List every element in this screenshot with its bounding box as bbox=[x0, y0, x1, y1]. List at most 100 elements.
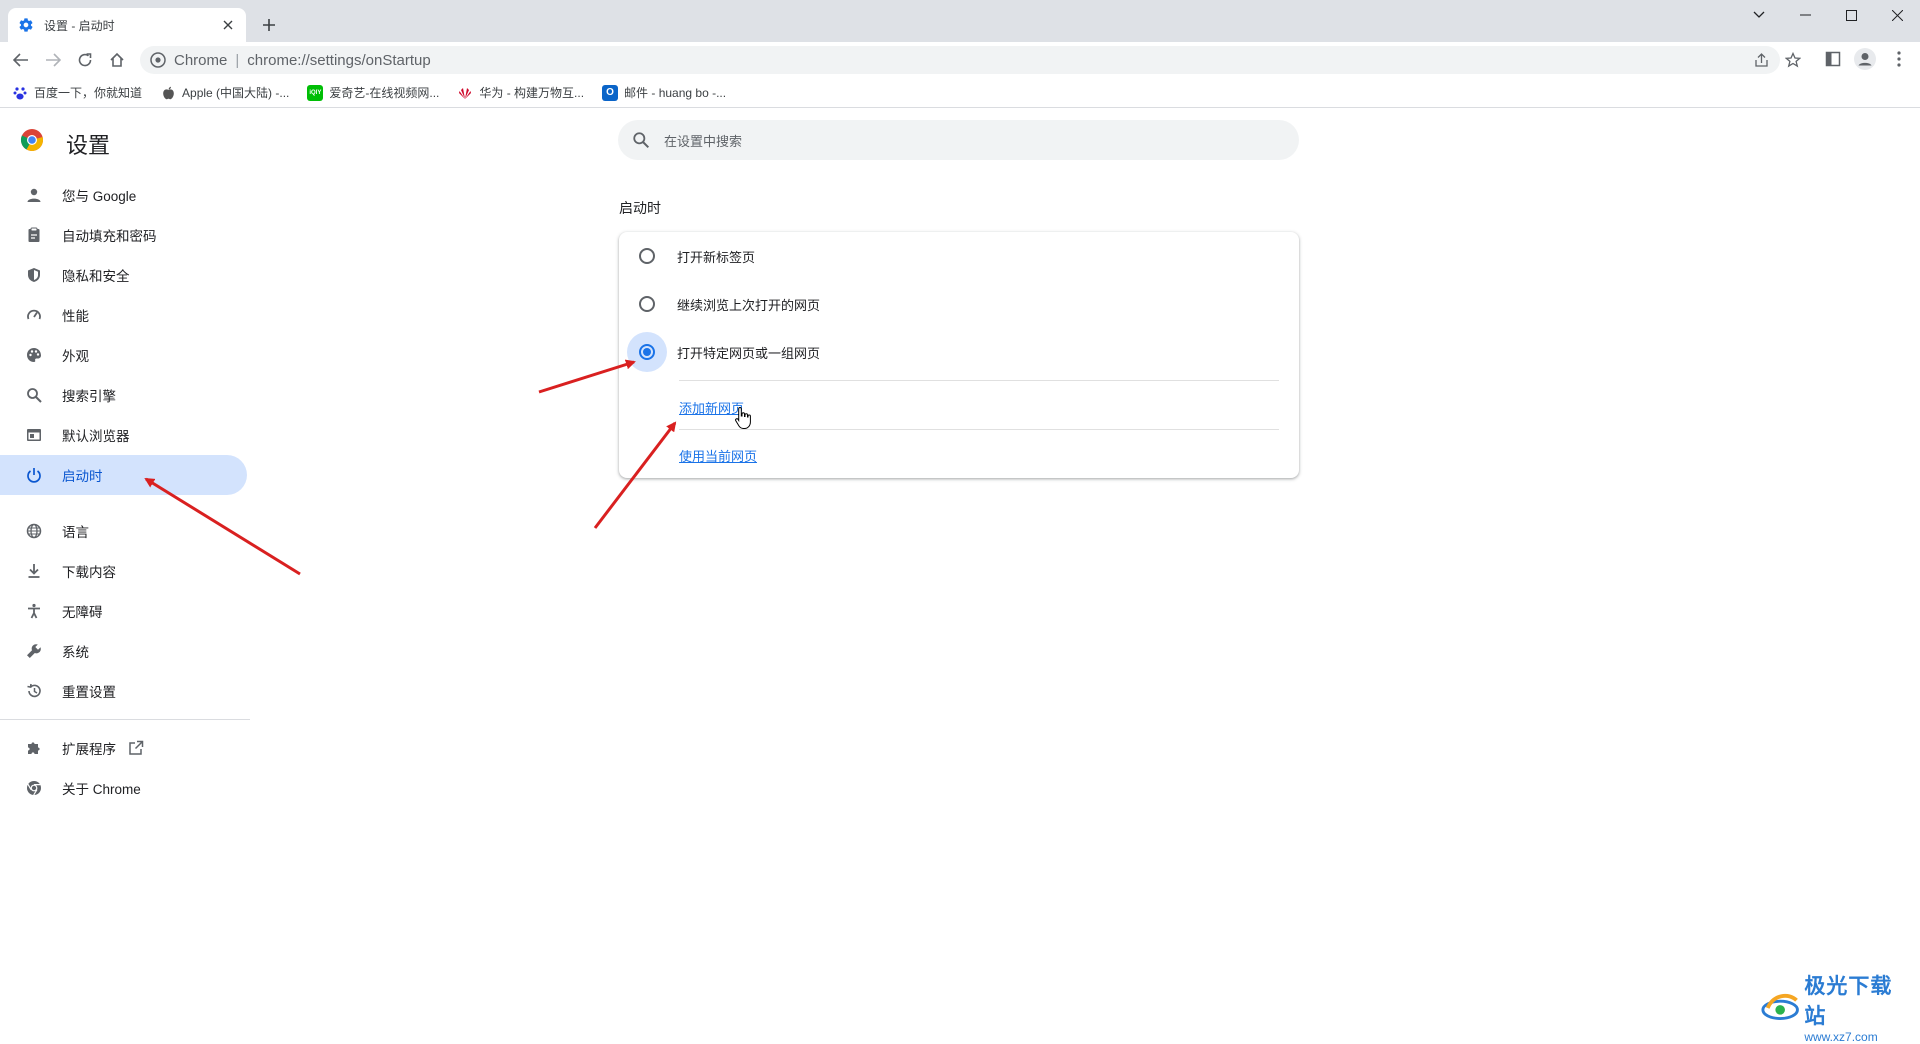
share-icon[interactable] bbox=[1749, 48, 1773, 72]
home-icon[interactable] bbox=[103, 46, 131, 74]
bookmark-label: Apple (中国大陆) -... bbox=[182, 86, 290, 100]
back-icon[interactable] bbox=[7, 46, 35, 74]
sidebar-item-label: 扩展程序 bbox=[62, 742, 116, 757]
chrome-logo-icon bbox=[20, 129, 44, 151]
forward-icon[interactable] bbox=[39, 46, 67, 74]
sidebar-item-reset[interactable]: 重置设置 bbox=[0, 671, 250, 711]
site-name: Chrome bbox=[174, 51, 228, 69]
close-window-icon[interactable] bbox=[1874, 0, 1920, 30]
card-divider bbox=[679, 429, 1279, 430]
tab-title: 设置 - 启动时 bbox=[44, 18, 115, 33]
bookmark-label: 邮件 - huang bo -... bbox=[624, 86, 727, 100]
search-icon bbox=[633, 132, 650, 149]
page-title: 设置 bbox=[66, 133, 111, 158]
sidebar-item-autofill[interactable]: 自动填充和密码 bbox=[0, 215, 250, 255]
wrench-icon bbox=[24, 641, 44, 661]
sidebar-item-label: 您与 Google bbox=[62, 189, 137, 204]
more-menu-icon[interactable] bbox=[1886, 46, 1912, 72]
startup-option-continue[interactable]: 继续浏览上次打开的网页 bbox=[619, 280, 1299, 328]
side-panel-icon[interactable] bbox=[1820, 46, 1846, 72]
sidebar-item-default-browser[interactable]: 默认浏览器 bbox=[0, 415, 250, 455]
sidebar-item-system[interactable]: 系统 bbox=[0, 631, 250, 671]
sidebar-item-label: 性能 bbox=[62, 309, 89, 324]
bookmark-star-icon[interactable] bbox=[1781, 48, 1805, 72]
person-icon bbox=[24, 185, 44, 205]
chrome-site-icon bbox=[150, 52, 166, 68]
clipboard-icon bbox=[24, 225, 44, 245]
speedometer-icon bbox=[24, 305, 44, 325]
sidebar-item-label: 语言 bbox=[62, 525, 89, 540]
watermark-title: 极光下载站 bbox=[1804, 975, 1893, 1028]
address-bar[interactable]: Chrome | chrome://settings/onStartup bbox=[140, 46, 1780, 74]
browser-icon bbox=[24, 425, 44, 445]
outlook-icon: O bbox=[602, 84, 619, 101]
sidebar-item-on-startup[interactable]: 启动时 bbox=[0, 455, 247, 495]
download-icon bbox=[24, 561, 44, 581]
profile-avatar-icon[interactable] bbox=[1852, 46, 1878, 72]
sidebar-item-privacy[interactable]: 隐私和安全 bbox=[0, 255, 250, 295]
card-divider bbox=[679, 380, 1279, 381]
radio-button-selected[interactable] bbox=[639, 344, 655, 360]
sidebar-item-languages[interactable]: 语言 bbox=[0, 511, 250, 551]
sidebar-item-extensions[interactable]: 扩展程序 bbox=[0, 728, 250, 768]
sidebar-item-accessibility[interactable]: 无障碍 bbox=[0, 591, 250, 631]
sidebar-item-label: 外观 bbox=[62, 349, 89, 364]
browser-tab[interactable]: 设置 - 启动时 bbox=[8, 8, 246, 42]
radio-button[interactable] bbox=[639, 296, 655, 312]
bookmark-iqiyi[interactable]: iQIY 爱奇艺-在线视频网... bbox=[307, 84, 439, 101]
history-icon bbox=[24, 681, 44, 701]
minimize-icon[interactable] bbox=[1782, 0, 1828, 30]
baidu-icon bbox=[12, 85, 28, 101]
option-label: 继续浏览上次打开的网页 bbox=[677, 297, 821, 313]
search-placeholder: 在设置中搜索 bbox=[664, 133, 743, 149]
sidebar-item-label: 搜索引擎 bbox=[62, 389, 116, 404]
startup-option-specific-pages[interactable]: 打开特定网页或一组网页 bbox=[619, 328, 1299, 376]
palette-icon bbox=[24, 345, 44, 365]
watermark-url: www.xz7.com bbox=[1804, 1030, 1878, 1044]
sidebar-item-search-engine[interactable]: 搜索引擎 bbox=[0, 375, 250, 415]
url-text[interactable]: chrome://settings/onStartup bbox=[247, 52, 430, 69]
shield-icon bbox=[24, 265, 44, 285]
url-separator: | bbox=[235, 51, 240, 69]
bookmarks-bar: 百度一下，你就知道 Apple (中国大陆) -... iQIY 爱奇艺-在线视… bbox=[0, 78, 1920, 108]
bookmark-label: 华为 - 构建万物互... bbox=[479, 86, 585, 100]
close-tab-icon[interactable] bbox=[220, 17, 236, 33]
sidebar-item-label: 默认浏览器 bbox=[62, 429, 130, 444]
sidebar-item-label: 无障碍 bbox=[62, 605, 103, 620]
startup-option-new-tab[interactable]: 打开新标签页 bbox=[619, 232, 1299, 280]
sidebar-item-appearance[interactable]: 外观 bbox=[0, 335, 250, 375]
use-current-pages-link[interactable]: 使用当前网页 bbox=[679, 446, 757, 465]
sidebar-item-label: 隐私和安全 bbox=[62, 269, 130, 284]
reload-icon[interactable] bbox=[71, 46, 99, 74]
power-icon bbox=[24, 465, 44, 485]
sidebar-item-label: 系统 bbox=[62, 645, 89, 660]
sidebar-item-downloads[interactable]: 下载内容 bbox=[0, 551, 250, 591]
radio-button[interactable] bbox=[639, 248, 655, 264]
apple-icon bbox=[160, 85, 176, 101]
settings-search-input[interactable]: 在设置中搜索 bbox=[618, 120, 1299, 160]
settings-gear-icon bbox=[19, 18, 33, 32]
sidebar-item-label: 重置设置 bbox=[62, 685, 116, 700]
globe-icon bbox=[24, 521, 44, 541]
puzzle-icon bbox=[24, 738, 44, 758]
sidebar-item-label: 下载内容 bbox=[62, 565, 116, 580]
sidebar-item-performance[interactable]: 性能 bbox=[0, 295, 250, 335]
section-title: 启动时 bbox=[619, 200, 661, 216]
bookmark-baidu[interactable]: 百度一下，你就知道 bbox=[12, 84, 142, 101]
new-tab-icon[interactable] bbox=[258, 14, 280, 36]
sidebar-item-about-chrome[interactable]: 关于 Chrome bbox=[0, 768, 250, 808]
sidebar-item-you-and-google[interactable]: 您与 Google bbox=[0, 175, 250, 215]
bookmark-apple[interactable]: Apple (中国大陆) -... bbox=[160, 84, 289, 101]
search-icon bbox=[24, 385, 44, 405]
option-label: 打开特定网页或一组网页 bbox=[677, 345, 821, 361]
sidebar-item-label: 启动时 bbox=[62, 469, 103, 484]
chrome-icon bbox=[24, 778, 44, 798]
maximize-icon[interactable] bbox=[1828, 0, 1874, 30]
bookmark-huawei[interactable]: 华为 - 构建万物互... bbox=[457, 84, 584, 101]
tab-search-chevron-icon[interactable] bbox=[1736, 0, 1782, 30]
bookmark-outlook[interactable]: O 邮件 - huang bo -... bbox=[602, 84, 726, 101]
aurora-logo-icon bbox=[1761, 993, 1799, 1020]
iqiyi-icon: iQIY bbox=[307, 84, 324, 101]
bookmark-label: 爱奇艺-在线视频网... bbox=[329, 86, 440, 100]
